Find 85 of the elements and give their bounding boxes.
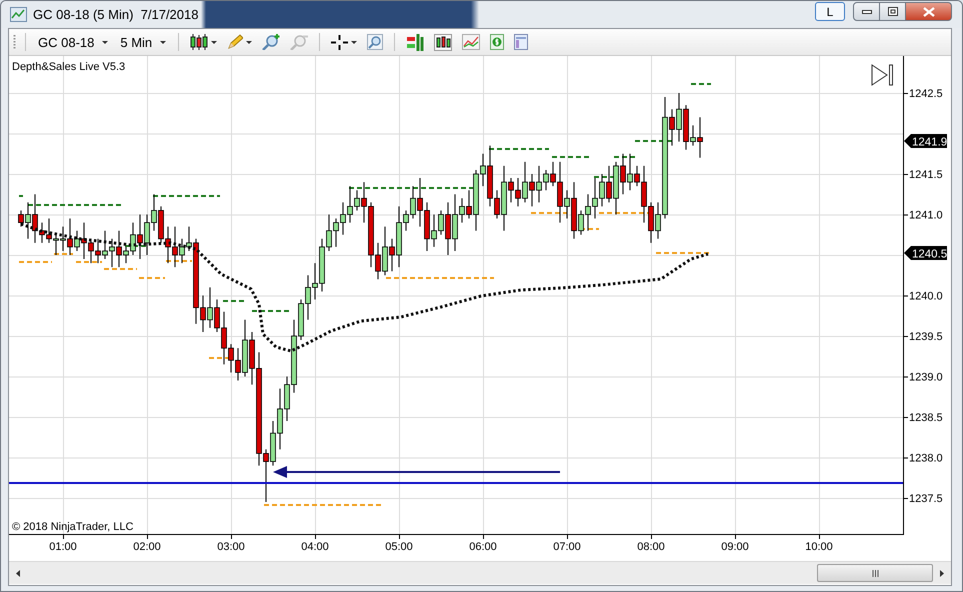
price-label: 1241.5 <box>909 169 943 181</box>
resistance-level-line <box>552 156 591 158</box>
time-label: 07:00 <box>553 541 581 553</box>
minimize-icon <box>862 10 872 14</box>
dollar-button[interactable] <box>488 34 506 50</box>
zoom-in-icon <box>262 34 280 50</box>
time-label: 03:00 <box>217 541 245 553</box>
magnifier-icon <box>367 34 384 50</box>
time-label: 02:00 <box>133 541 161 553</box>
magnifier-button[interactable] <box>365 34 386 50</box>
bars-button[interactable] <box>404 34 426 50</box>
caret-icon <box>160 40 166 44</box>
caret-icon <box>102 40 108 44</box>
support-level-line <box>139 277 165 279</box>
support-level-line <box>656 252 709 254</box>
copyright-text: © 2018 NinjaTrader, LLC <box>12 521 134 533</box>
price-label: 1237.5 <box>909 493 943 505</box>
grip-icon <box>872 570 878 576</box>
resistance-level-line <box>691 83 711 85</box>
caret-icon <box>351 40 358 44</box>
price-label: 1238.5 <box>909 412 943 424</box>
price-marker: 1241.9 <box>904 134 948 148</box>
caret-icon <box>246 40 252 44</box>
grip-icon <box>13 34 16 50</box>
time-label: 06:00 <box>469 541 497 553</box>
resistance-level-line <box>635 140 674 142</box>
support-level-line <box>104 268 137 270</box>
right-triangle-icon <box>940 570 944 576</box>
crosshair-button[interactable] <box>329 34 360 50</box>
left-triangle-icon <box>16 570 20 576</box>
panel-button[interactable] <box>512 34 530 50</box>
pencil-button[interactable] <box>225 34 254 50</box>
minimize-button[interactable] <box>853 2 880 21</box>
indicator-label: Depth&Sales Live V5.3 <box>12 61 126 73</box>
panel-icon <box>514 34 528 50</box>
time-label: 01:00 <box>49 541 77 553</box>
line-chart-button[interactable] <box>460 34 482 50</box>
candlestick-button[interactable] <box>188 34 220 50</box>
zoom-out-icon <box>290 34 308 50</box>
resistance-level-line <box>489 148 549 150</box>
support-level-line <box>531 212 567 214</box>
price-label: 1239.0 <box>909 372 943 384</box>
bars-icon <box>406 34 424 50</box>
pencil-icon <box>227 34 244 50</box>
close-icon <box>922 6 934 16</box>
resistance-level-line <box>614 156 635 158</box>
scroll-thumb[interactable] <box>817 564 933 582</box>
link-button[interactable]: L <box>815 2 845 21</box>
price-label: 1239.5 <box>909 331 943 343</box>
price-label: 1238.0 <box>909 452 943 464</box>
close-button[interactable] <box>906 2 952 21</box>
resistance-level-line <box>19 195 23 197</box>
restore-icon <box>888 7 898 16</box>
resistance-level-line <box>223 300 247 302</box>
price-marker: 1240.5 <box>904 246 948 260</box>
support-level-line <box>209 357 230 359</box>
price-label: 1242.5 <box>909 88 943 100</box>
instrument-dropdown[interactable]: GC 08-18 <box>35 34 112 50</box>
resistance-level-line <box>252 310 290 312</box>
resistance-level-line <box>153 195 220 197</box>
skip-to-end-icon[interactable] <box>872 65 892 85</box>
restore-button[interactable] <box>880 2 906 21</box>
support-level-line <box>19 261 52 263</box>
time-label: 09:00 <box>721 541 749 553</box>
time-label: 04:00 <box>301 541 329 553</box>
crosshair-icon <box>331 34 348 50</box>
dollar-icon <box>490 34 504 50</box>
candlestick-button[interactable] <box>432 34 454 50</box>
line-chart-icon <box>462 34 480 50</box>
chart-icon <box>10 7 27 22</box>
price-label: 1241.0 <box>909 210 943 222</box>
candlestick-icon <box>434 34 452 50</box>
support-level-line <box>166 260 192 262</box>
support-level-line <box>76 261 102 263</box>
window-title: GC 08-18 (5 Min) 7/17/2018 <box>33 7 198 22</box>
time-label: 05:00 <box>385 541 413 553</box>
support-level-line <box>54 253 73 255</box>
interval-dropdown[interactable]: 5 Min <box>117 34 170 50</box>
resistance-level-line <box>125 245 147 247</box>
zoom-in-button[interactable] <box>260 34 282 50</box>
candlestick-icon <box>190 34 208 50</box>
time-label: 08:00 <box>637 541 665 553</box>
caret-icon <box>211 40 218 44</box>
price-label: 1240.0 <box>909 290 943 302</box>
time-label: 10:00 <box>805 541 833 553</box>
